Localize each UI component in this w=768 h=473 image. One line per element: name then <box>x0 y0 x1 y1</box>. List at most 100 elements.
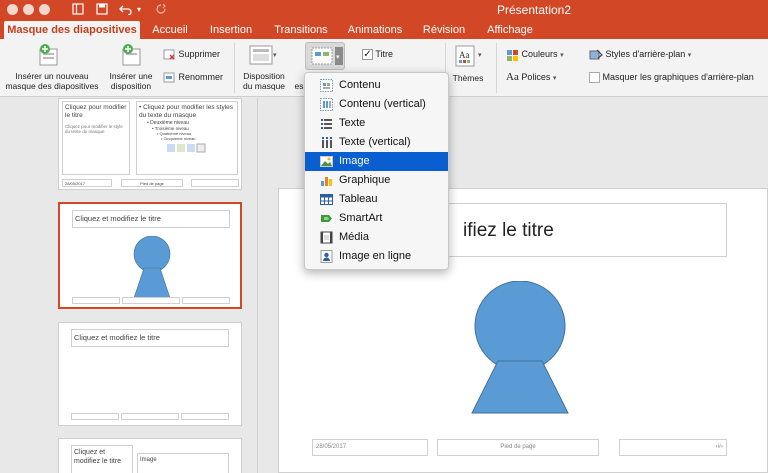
slide-page-number-placeholder[interactable]: ‹#› <box>619 439 727 456</box>
thumb1-placeholder-icons <box>167 143 206 153</box>
insert-placeholder-button[interactable]: ▾ <box>305 42 345 70</box>
tab-insert[interactable]: Insertion <box>206 21 256 39</box>
background-styles-label: Styles d'arrière-plan <box>605 49 686 59</box>
thumb1-bullet5: • Cinquième niveau <box>161 136 196 141</box>
thumb1-left-box: Cliquez pour modifier le titre Cliquez p… <box>62 101 130 175</box>
picture-placeholder-shape[interactable] <box>470 281 570 415</box>
menu-item-content[interactable]: Contenu <box>305 76 448 95</box>
tab-review[interactable]: Révision <box>420 21 468 39</box>
colors-icon <box>507 49 518 61</box>
menu-item-content-vertical[interactable]: Contenu (vertical) <box>305 95 448 114</box>
menu-item-label: SmartArt <box>339 212 383 224</box>
placeholder-dropdown-menu: Contenu Contenu (vertical) Texte Texte (… <box>304 72 449 270</box>
title-checkbox-label: Titre <box>375 49 394 59</box>
tab-home[interactable]: Accueil <box>148 21 192 39</box>
menu-item-online-image[interactable]: Image en ligne <box>305 247 448 266</box>
master-layout-button[interactable]: Disposition du masque <box>238 71 290 91</box>
hide-background-label: Masquer les graphiques d'arrière-plan <box>602 72 754 82</box>
menu-item-text-vertical[interactable]: Texte (vertical) <box>305 133 448 152</box>
thumb4-title: Cliquez et modifiez le titre <box>71 445 133 473</box>
menu-item-chart[interactable]: Graphique <box>305 171 448 190</box>
colors-label: Couleurs <box>521 49 558 59</box>
fonts-dropdown-icon: ▾ <box>552 75 557 82</box>
themes-icon[interactable]: Aa ▾ <box>455 45 485 72</box>
document-title: Présentation2 <box>496 3 572 17</box>
smartart-icon <box>321 215 332 222</box>
thumb2-title: Cliquez et modifiez le titre <box>72 210 230 228</box>
background-styles-button[interactable]: Styles d'arrière-plan ▾ <box>589 48 691 62</box>
insert-layout-button[interactable]: Insérer une disposition <box>104 71 158 91</box>
thumb3-date <box>71 413 119 420</box>
rename-icon <box>163 72 175 83</box>
content-icon <box>320 79 333 92</box>
delete-label: Supprimer <box>178 49 221 59</box>
text-vertical-icon <box>322 137 332 148</box>
ribbon-separator <box>234 43 235 93</box>
thumb1-bullet1: • Cliquez pour modifier les styles du te… <box>139 104 234 119</box>
insert-master-icon[interactable] <box>38 43 60 72</box>
thumb1-date: 28/05/2017 <box>62 179 112 187</box>
thumb3-footer <box>121 413 179 420</box>
tab-transitions[interactable]: Transitions <box>270 21 332 39</box>
thumbnail-pane: Cliquez pour modifier le titre Cliquez p… <box>0 98 258 473</box>
layout-thumbnail-3[interactable]: Cliquez et modifiez le titre <box>58 322 242 426</box>
menu-item-label: Contenu <box>339 79 381 91</box>
svg-text:▾: ▾ <box>478 52 482 59</box>
hide-background-checkbox[interactable]: Masquer les graphiques d'arrière-plan <box>589 71 754 84</box>
ribbon-separator <box>496 43 497 93</box>
tab-view[interactable]: Affichage <box>480 21 540 39</box>
fonts-button[interactable]: Aa Polices ▾ <box>506 71 556 85</box>
svg-text:▾: ▾ <box>273 52 277 59</box>
rename-button[interactable]: Renommer <box>163 71 223 84</box>
menu-item-image[interactable]: Image <box>305 152 448 171</box>
layout-thumbnail-1[interactable]: Cliquez pour modifier le titre Cliquez p… <box>58 98 242 190</box>
thumb2-picture-shape <box>133 236 171 298</box>
themes-button[interactable]: Thèmes <box>448 73 488 83</box>
colors-button[interactable]: Couleurs ▾ <box>506 48 564 62</box>
fonts-icon: Aa <box>506 71 519 83</box>
slide-date-placeholder[interactable]: 28/05/2017 <box>312 439 428 456</box>
menu-item-table[interactable]: Tableau <box>305 190 448 209</box>
master-layout-label-2: du masque <box>242 81 286 91</box>
master-layout-label-1: Disposition <box>243 71 285 81</box>
slide-title-text: ifiez le titre <box>463 220 554 241</box>
thumb2-date <box>72 297 120 304</box>
menu-item-label: Média <box>339 231 369 243</box>
insert-master-label-2: masque des diapositives <box>5 81 99 91</box>
thumb1-left-sub: Cliquez pour modifier le style du texte … <box>65 124 123 134</box>
chart-icon <box>321 177 332 186</box>
thumb4-image-label: Image <box>137 453 229 473</box>
title-checkbox[interactable]: ✓ Titre <box>362 48 394 61</box>
master-layout-icon[interactable]: ▾ <box>249 45 277 72</box>
table-icon <box>320 194 333 205</box>
insert-layout-label-2: disposition <box>110 81 152 91</box>
insert-master-button[interactable]: Insérer un nouveau masque des diapositiv… <box>0 71 104 91</box>
insert-layout-icon[interactable] <box>121 43 143 72</box>
menu-item-label: Image en ligne <box>339 250 412 262</box>
menu-item-label: Image <box>339 155 370 167</box>
menu-item-text[interactable]: Texte <box>305 114 448 133</box>
tab-slide-master[interactable]: Masque des diapositives <box>4 21 140 39</box>
tab-animations[interactable]: Animations <box>344 21 406 39</box>
svg-text:▾: ▾ <box>336 54 340 61</box>
content-vertical-icon <box>320 98 333 111</box>
hide-background-box <box>589 72 600 84</box>
menu-item-media[interactable]: Média <box>305 228 448 247</box>
background-styles-dropdown-icon: ▾ <box>687 52 692 59</box>
layout-thumbnail-4[interactable]: Cliquez et modifiez le titre Image <box>58 438 242 473</box>
text-icon <box>321 119 332 129</box>
menu-item-label: Texte <box>339 117 366 129</box>
delete-button[interactable]: Supprimer <box>163 48 220 61</box>
thumb2-footer <box>122 297 180 304</box>
title-check-icon: ✓ <box>362 49 373 61</box>
ribbon-tabs: Masque des diapositives Accueil Insertio… <box>0 20 768 39</box>
svg-text:Aa: Aa <box>459 50 470 60</box>
menu-item-label: Graphique <box>339 174 391 186</box>
layout-thumbnail-2[interactable]: Cliquez et modifiez le titre <box>58 202 242 309</box>
menu-item-smartart[interactable]: SmartArt <box>305 209 448 228</box>
menu-item-label: Contenu (vertical) <box>339 98 426 110</box>
image-icon <box>320 156 333 167</box>
colors-dropdown-icon: ▾ <box>560 52 564 59</box>
slide-footer-placeholder[interactable]: Pied de page <box>437 439 599 456</box>
menu-item-label: Texte (vertical) <box>339 136 411 148</box>
